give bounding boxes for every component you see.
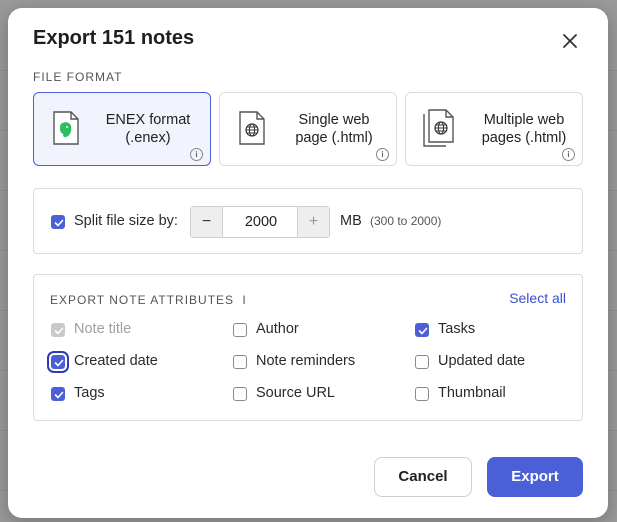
info-icon[interactable]: i xyxy=(242,293,246,307)
label-note-reminders: Note reminders xyxy=(256,353,356,369)
checkbox-created-date[interactable] xyxy=(51,355,65,369)
label-note-title: Note title xyxy=(74,321,132,337)
attributes-panel: EXPORT NOTE ATTRIBUTES i Select all Note… xyxy=(33,274,583,421)
select-all-link[interactable]: Select all xyxy=(509,290,566,306)
format-label-single-1: Single web xyxy=(298,112,370,128)
size-range-hint: (300 to 2000) xyxy=(370,214,442,228)
decrement-button[interactable]: − xyxy=(191,207,223,237)
attributes-label: EXPORT NOTE ATTRIBUTES i xyxy=(50,293,246,307)
split-size-input[interactable]: 2000 xyxy=(223,207,299,237)
format-label-enex-1: ENEX format xyxy=(105,112,191,128)
checkbox-note-reminders[interactable] xyxy=(233,355,247,369)
checkbox-note-title[interactable] xyxy=(51,323,65,337)
label-author: Author xyxy=(256,321,299,337)
label-thumbnail: Thumbnail xyxy=(438,385,506,401)
label-updated-date: Updated date xyxy=(438,353,526,369)
split-label: Split file size by: xyxy=(74,213,178,229)
attributes-label-text: EXPORT NOTE ATTRIBUTES xyxy=(50,293,235,307)
info-icon[interactable]: i xyxy=(562,148,575,161)
globe-doc-icon xyxy=(239,111,265,145)
checkbox-updated-date[interactable] xyxy=(415,355,429,369)
format-label-enex-2: (.enex) xyxy=(125,130,171,146)
format-option-multiple-html[interactable]: Multiple web pages (.html) i xyxy=(405,92,583,166)
checkbox-thumbnail[interactable] xyxy=(415,387,429,401)
info-icon[interactable]: i xyxy=(190,148,203,161)
dialog-title: Export 151 notes xyxy=(33,27,195,49)
format-option-enex[interactable]: ENEX format (.enex) i xyxy=(33,92,211,166)
stacked-globe-doc-icon xyxy=(423,109,454,147)
increment-button[interactable]: + xyxy=(297,207,329,237)
label-tags: Tags xyxy=(74,385,105,401)
size-unit: MB xyxy=(340,213,362,229)
split-checkbox[interactable] xyxy=(51,215,65,229)
label-created-date: Created date xyxy=(74,353,158,369)
info-icon[interactable]: i xyxy=(376,148,389,161)
close-icon[interactable] xyxy=(559,30,581,52)
checkbox-tags[interactable] xyxy=(51,387,65,401)
format-option-single-html[interactable]: Single web page (.html) i xyxy=(219,92,397,166)
checkbox-tasks[interactable] xyxy=(415,323,429,337)
export-button[interactable]: Export xyxy=(487,457,583,497)
label-source-url: Source URL xyxy=(256,385,335,401)
split-size-stepper[interactable]: − 2000 + xyxy=(190,206,330,238)
evernote-doc-icon xyxy=(53,111,79,145)
format-label-single-2: page (.html) xyxy=(295,130,373,146)
checkbox-author[interactable] xyxy=(233,323,247,337)
split-file-panel: Split file size by: − 2000 + MB (300 to … xyxy=(33,188,583,254)
cancel-button[interactable]: Cancel xyxy=(374,457,472,497)
export-dialog: Export 151 notes FILE FORMAT ENEX format… xyxy=(8,8,608,518)
file-format-label: FILE FORMAT xyxy=(33,70,123,84)
label-tasks: Tasks xyxy=(438,321,476,337)
format-label-multiple-2: pages (.html) xyxy=(481,130,567,146)
format-label-multiple-1: Multiple web xyxy=(483,112,565,128)
checkbox-source-url[interactable] xyxy=(233,387,247,401)
